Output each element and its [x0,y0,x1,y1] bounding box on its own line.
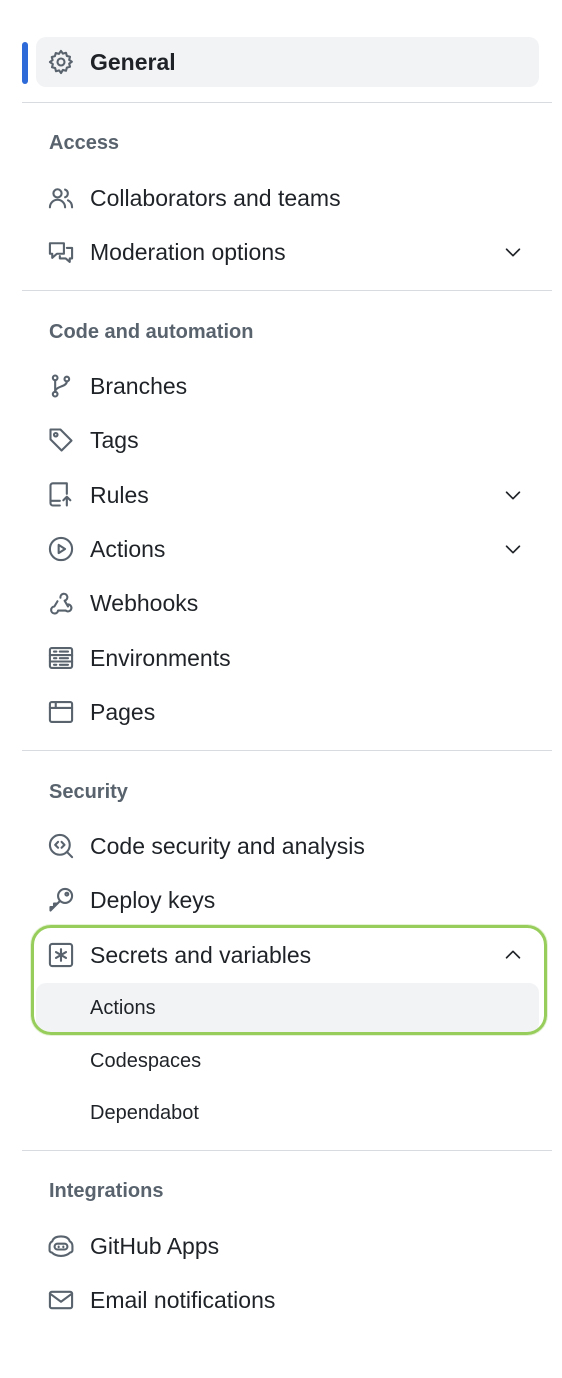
sidebar-item-label: Actions [90,535,166,562]
sidebar-item-github-apps[interactable]: GitHub Apps [36,1221,539,1271]
play-icon [47,535,75,563]
sidebar-item-label: Tags [90,426,139,453]
chevron-down-icon[interactable] [501,537,525,561]
sidebar-item-collaborators[interactable]: Collaborators and teams [36,173,539,223]
server-icon [47,644,75,672]
gear-icon [47,48,75,76]
sidebar-item-label: General [90,48,176,75]
sidebar-item-label: Moderation options [90,238,286,265]
sidebar-item-pages[interactable]: Pages [36,687,539,737]
chevron-up-icon[interactable] [501,943,525,967]
sidebar-subitem-label: Dependabot [90,1101,199,1124]
sidebar-item-label: Collaborators and teams [90,184,341,211]
asterisk-icon [47,941,75,969]
sidebar-subitem-label: Actions [90,996,156,1019]
mail-icon [47,1286,75,1314]
sidebar-item-label: Pages [90,698,156,725]
webhook-icon [47,589,75,617]
sidebar-item-label: Branches [90,372,188,399]
sidebar-item-label: Code security and analysis [90,832,365,859]
sidebar-item-label: Email notifications [90,1286,276,1313]
divider [22,102,552,103]
sidebar-item-tags[interactable]: Tags [36,415,539,465]
sidebar-item-email-notifications[interactable]: Email notifications [36,1275,539,1325]
sidebar-item-environments[interactable]: Environments [36,633,539,683]
section-heading-code-automation: Code and automation [49,321,254,343]
active-indicator [22,42,28,84]
comment-discussion-icon [47,238,75,266]
browser-icon [47,698,75,726]
chevron-down-icon[interactable] [501,483,525,507]
sidebar-subitem-dependabot[interactable]: Dependabot [36,1088,539,1138]
sidebar-item-label: Webhooks [90,589,199,616]
sidebar-item-deploy-keys[interactable]: Deploy keys [36,875,539,925]
git-branch-icon [47,372,75,400]
people-icon [47,184,75,212]
sidebar-item-secrets-variables[interactable]: Secrets and variables [36,930,539,980]
sidebar-item-label: Deploy keys [90,886,216,913]
sidebar-item-rules[interactable]: Rules [36,470,539,520]
sidebar-item-actions[interactable]: Actions [36,524,539,574]
sidebar-item-moderation[interactable]: Moderation options [36,227,539,277]
sidebar-item-label: Secrets and variables [90,941,312,968]
codescan-icon [47,832,75,860]
sidebar-item-branches[interactable]: Branches [36,361,539,411]
sidebar-item-label: Environments [90,644,231,671]
tag-icon [47,426,75,454]
sidebar-item-webhooks[interactable]: Webhooks [36,578,539,628]
divider [22,1150,552,1151]
sidebar-subitem-codespaces[interactable]: Codespaces [36,1036,539,1086]
sidebar-item-label: GitHub Apps [90,1232,220,1259]
divider [22,290,552,291]
sidebar-subitem-actions[interactable]: Actions [36,983,539,1033]
sidebar-item-label: Rules [90,481,149,508]
divider [22,750,552,751]
section-heading-security: Security [49,781,128,803]
section-heading-integrations: Integrations [49,1180,164,1202]
section-heading-access: Access [49,132,120,154]
sidebar-item-code-security[interactable]: Code security and analysis [36,821,539,871]
copilot-icon [47,1232,75,1260]
sidebar-subitem-label: Codespaces [90,1049,202,1072]
key-icon [47,886,75,914]
sidebar-item-general[interactable]: General [36,37,539,87]
repo-push-icon [47,481,75,509]
chevron-down-icon[interactable] [501,240,525,264]
